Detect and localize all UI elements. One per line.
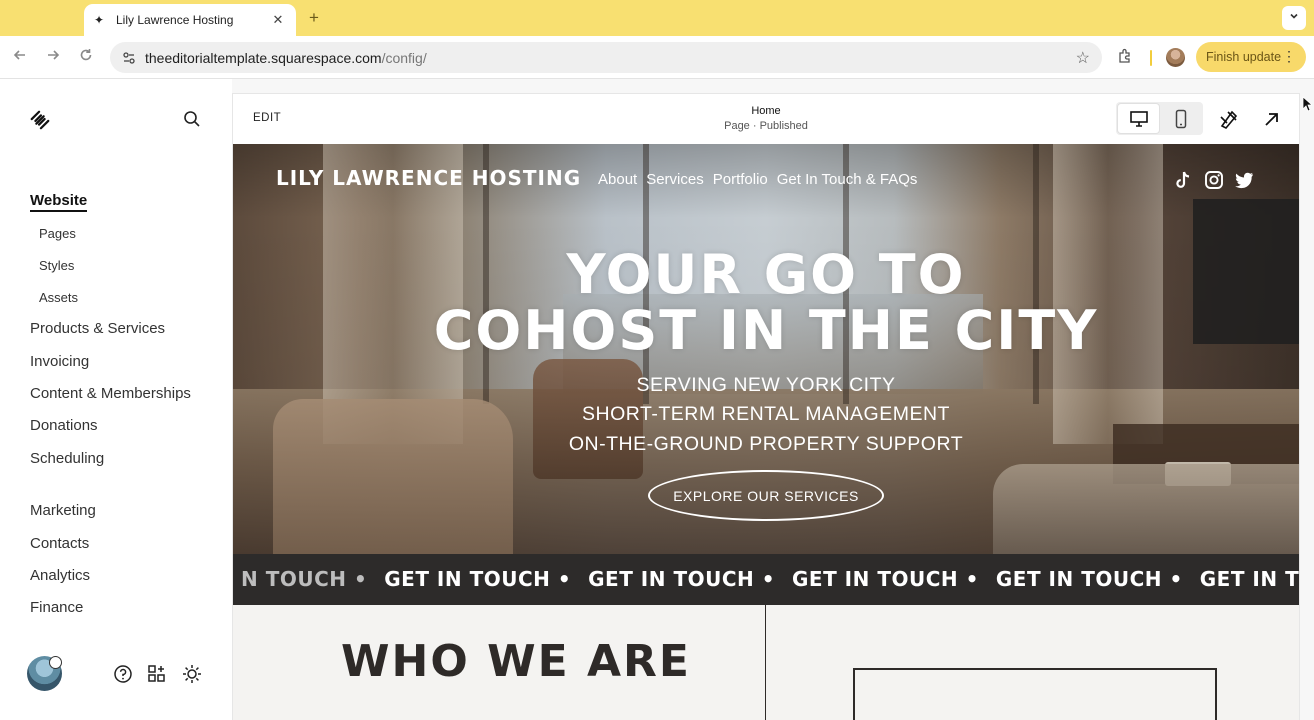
close-icon[interactable]: ✕ <box>270 12 286 28</box>
url-text: theeditorialtemplate.squarespace.com/con… <box>145 50 427 66</box>
twitter-icon[interactable] <box>1234 170 1254 190</box>
extensions-icon[interactable] <box>1116 47 1136 67</box>
hero-heading-line-1: YOUR GO TO <box>566 243 966 306</box>
explore-services-button[interactable]: EXPLORE OUR SERVICES <box>648 470 884 521</box>
sidebar-item-finance[interactable]: Finance <box>30 599 83 616</box>
site-settings-icon[interactable] <box>118 47 140 69</box>
marquee-item: GET IN TOUCH • <box>995 567 1183 591</box>
sidebar-item-contacts[interactable]: Contacts <box>30 535 89 552</box>
nav-link-get-in-touch[interactable]: Get In Touch & FAQs <box>777 171 918 188</box>
marquee-item: N TOUCH • <box>241 567 368 591</box>
site-title[interactable]: LILY LAWRENCE HOSTING <box>276 166 581 190</box>
image-frame <box>853 668 1217 720</box>
marquee-track: N TOUCH • GET IN TOUCH • GET IN TOUCH • … <box>233 567 1299 591</box>
sidebar-item-website[interactable]: Website <box>30 192 88 212</box>
browser-tab[interactable]: ✦ Lily Lawrence Hosting ✕ <box>84 4 296 36</box>
address-bar[interactable]: theeditorialtemplate.squarespace.com/con… <box>110 42 1102 73</box>
nav-link-about[interactable]: About <box>598 171 637 188</box>
reload-icon[interactable] <box>76 47 96 67</box>
marquee-item: GET IN TOUC <box>1199 567 1299 591</box>
open-external-arrow-icon[interactable] <box>1261 108 1283 130</box>
sparkle-icon: ✦ <box>94 13 105 27</box>
sidebar-item-pages[interactable]: Pages <box>39 226 76 241</box>
hero-heading-line-2: COHOST IN THE CITY <box>433 299 1099 362</box>
browser-tab-strip: ✦ Lily Lawrence Hosting ✕ + <box>0 0 1314 36</box>
mobile-icon <box>1175 109 1186 128</box>
url-host: theeditorialtemplate.squarespace.com <box>145 49 382 66</box>
marquee-item: GET IN TOUCH • <box>588 567 775 591</box>
section-divider <box>765 605 766 720</box>
hero-subtext-line-3: ON-THE-GROUND PROPERTY SUPPORT <box>568 433 964 455</box>
squarespace-logo-icon[interactable] <box>29 109 51 131</box>
sidebar-item-analytics[interactable]: Analytics <box>30 567 90 584</box>
url-path: /config/ <box>381 49 427 66</box>
section-heading: WHO WE ARE <box>341 636 691 687</box>
sidebar-item-invoicing[interactable]: Invoicing <box>30 353 89 370</box>
more-menu-icon[interactable]: ⋮ <box>1282 48 1296 64</box>
hero-section[interactable]: LILY LAWRENCE HOSTING About Services Por… <box>233 144 1299 554</box>
new-tab-icon[interactable]: + <box>304 8 324 28</box>
site-navigation: About Services Portfolio Get In Touch & … <box>598 171 917 188</box>
finish-update-button[interactable]: Finish update ⋮ <box>1196 42 1306 72</box>
design-brush-icon[interactable] <box>1218 108 1240 130</box>
hero-background-sofa <box>993 464 1299 554</box>
bookmark-star-icon[interactable]: ☆ <box>1076 48 1090 68</box>
sidebar-item-scheduling[interactable]: Scheduling <box>30 450 104 467</box>
page-editor: EDIT Home Page · Published LILY LAWRENCE <box>233 94 1299 720</box>
hero-subtext-line-1: SERVING NEW YORK CITY <box>636 374 896 396</box>
sidebar-item-donations[interactable]: Donations <box>30 417 98 434</box>
marquee-item: GET IN TOUCH • <box>384 567 572 591</box>
sidebar-item-products-services[interactable]: Products & Services <box>30 320 165 337</box>
sidebar-item-marketing[interactable]: Marketing <box>30 502 96 519</box>
instagram-icon[interactable] <box>1204 170 1224 190</box>
who-we-are-section[interactable]: WHO WE ARE <box>233 605 1299 720</box>
sidebar-item-styles[interactable]: Styles <box>39 258 74 273</box>
tiktok-icon[interactable] <box>1173 170 1193 190</box>
nav-link-portfolio[interactable]: Portfolio <box>713 171 768 188</box>
sidebar-item-content-memberships[interactable]: Content & Memberships <box>30 385 191 402</box>
help-icon[interactable] <box>113 664 133 684</box>
chevron-down-icon[interactable] <box>1282 6 1306 30</box>
marquee-item: GET IN TOUCH • <box>792 567 979 591</box>
tab-title: Lily Lawrence Hosting <box>116 13 234 27</box>
nav-link-services[interactable]: Services <box>646 171 704 188</box>
editor-header: EDIT Home Page · Published <box>233 94 1299 144</box>
forward-icon[interactable] <box>43 47 63 67</box>
theme-sun-icon[interactable] <box>182 664 202 684</box>
toolbar-divider <box>1150 50 1152 66</box>
get-in-touch-marquee[interactable]: N TOUCH • GET IN TOUCH • GET IN TOUCH • … <box>233 554 1299 605</box>
notification-badge <box>49 656 62 669</box>
hero-subtext-line-2: SHORT-TERM RENTAL MANAGEMENT <box>582 403 950 425</box>
desktop-icon <box>1129 110 1148 127</box>
sidebar-item-assets[interactable]: Assets <box>39 290 78 305</box>
apps-grid-icon[interactable] <box>147 664 167 684</box>
explore-services-label: EXPLORE OUR SERVICES <box>673 487 859 504</box>
back-icon[interactable] <box>10 47 30 67</box>
squarespace-sidebar: Website Pages Styles Assets Products & S… <box>0 79 232 720</box>
profile-avatar[interactable] <box>1166 48 1185 67</box>
desktop-view-button[interactable] <box>1118 104 1159 133</box>
device-preview-toggle <box>1116 102 1203 135</box>
search-icon[interactable] <box>183 110 201 128</box>
browser-toolbar: theeditorialtemplate.squarespace.com/con… <box>0 36 1314 79</box>
mouse-cursor-icon <box>1302 96 1312 112</box>
mobile-view-button[interactable] <box>1160 104 1201 133</box>
finish-update-label: Finish update <box>1206 50 1282 64</box>
